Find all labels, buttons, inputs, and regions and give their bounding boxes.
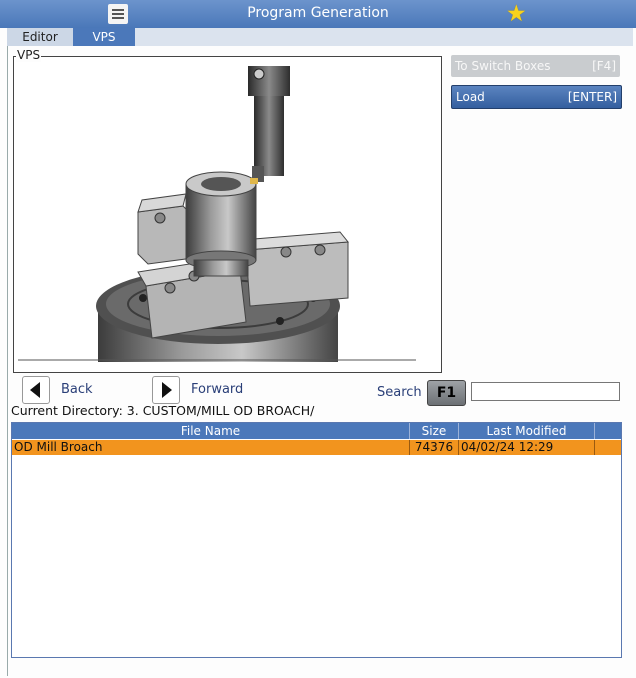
search-label: Search: [377, 385, 422, 400]
cell-file-name: OD Mill Broach: [14, 440, 410, 455]
back-button[interactable]: [22, 376, 50, 404]
star-icon[interactable]: ★: [506, 1, 527, 27]
column-header-file-name[interactable]: File Name: [12, 423, 410, 439]
load-key: [ENTER]: [567, 90, 617, 104]
table-header: File Name Size Last Modified: [12, 423, 621, 439]
tab-editor[interactable]: Editor: [7, 28, 73, 46]
switch-boxes-button[interactable]: To Switch Boxes [F4]: [451, 55, 620, 77]
table-row[interactable]: OD Mill Broach 74376 04/02/24 12:29: [12, 440, 621, 455]
tab-vps[interactable]: VPS: [73, 28, 135, 46]
vps-preview-image: [18, 66, 416, 362]
arrow-right-icon: [162, 382, 172, 398]
search-f1-key[interactable]: F1: [427, 380, 466, 406]
page-title: Program Generation: [247, 5, 389, 21]
arrow-left-icon: [30, 382, 40, 398]
load-label: Load: [456, 90, 485, 104]
switch-boxes-key: [F4]: [592, 59, 616, 73]
load-button[interactable]: Load [ENTER]: [451, 85, 622, 109]
vps-legend: VPS: [16, 48, 42, 62]
forward-label[interactable]: Forward: [191, 382, 243, 397]
column-header-last-modified[interactable]: Last Modified: [459, 423, 595, 439]
cell-last-modified: 04/02/24 12:29: [461, 440, 595, 455]
file-table: File Name Size Last Modified OD Mill Bro…: [11, 422, 622, 658]
cell-size: 74376: [410, 440, 459, 455]
back-label[interactable]: Back: [61, 382, 93, 397]
column-header-size[interactable]: Size: [410, 423, 459, 439]
title-bar: Program Generation ★: [0, 0, 636, 28]
switch-boxes-label: To Switch Boxes: [455, 59, 551, 73]
forward-button[interactable]: [152, 376, 180, 404]
search-input[interactable]: [471, 382, 620, 401]
current-directory: Current Directory: 3. CUSTOM/MILL OD BRO…: [11, 403, 315, 418]
tab-bar: Editor VPS: [7, 28, 633, 46]
